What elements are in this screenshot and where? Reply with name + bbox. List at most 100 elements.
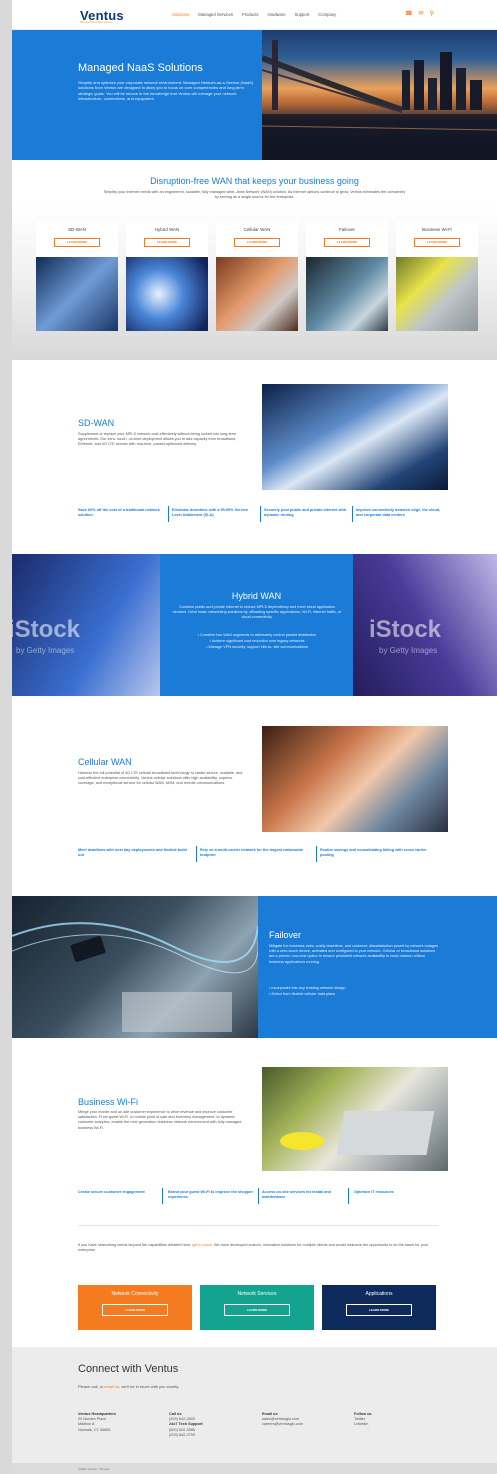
learn-more-button[interactable]: LEARN MORE: [346, 1304, 412, 1316]
card-hybrid-wan[interactable]: Hybrid WAN LEARN MORE: [126, 221, 208, 331]
cellular-feature: Meet deadlines with next day deployments…: [78, 848, 187, 857]
hybrid-left-image: iStock by Getty Images: [12, 554, 160, 696]
footer-call: Call us (203) 642-2800 24x7 Tech Support…: [169, 1412, 203, 1438]
learn-more-button[interactable]: LEARN MORE: [324, 238, 370, 247]
box-title: Network Connectivity: [111, 1291, 159, 1297]
hero-title: Managed NaaS Solutions: [78, 62, 203, 74]
wifi-feature: Brand your guest Wi-Fi to improve the sh…: [168, 1190, 253, 1199]
wifi-feature: Optimize IT resources: [354, 1190, 394, 1194]
hybrid-bullet: • Manage VPN security, support site-to- …: [206, 645, 308, 649]
email-us-link[interactable]: email us: [104, 1384, 119, 1389]
logo-tagline: Networked Services: [80, 20, 113, 24]
email-title: Email us: [262, 1412, 278, 1416]
sd-wan-image: [262, 384, 448, 490]
cellular-title: Cellular WAN: [78, 757, 132, 767]
card-image: [36, 257, 118, 331]
search-icon[interactable]: ⚲: [430, 10, 434, 17]
card-title: Failover: [338, 227, 355, 232]
divider: [162, 1188, 163, 1204]
get-in-touch-link[interactable]: get in touch: [192, 1243, 212, 1247]
card-sd-wan[interactable]: SD-WAN LEARN MORE: [36, 221, 118, 331]
learn-more-button[interactable]: LEARN MORE: [234, 238, 280, 247]
wifi-text: Merge your mobile and on-site customer e…: [78, 1110, 242, 1130]
divider: [168, 506, 169, 522]
nav-company[interactable]: Company: [318, 12, 336, 17]
sd-wan-feature: Eliminate downtime with a 99.99% Service…: [172, 508, 248, 517]
sd-wan-feature: Save 60% off the cost of a traditional n…: [78, 508, 160, 517]
learn-more-button[interactable]: LEARN MORE: [414, 238, 460, 247]
failover-bullet: • Incorporate into any existing network …: [269, 986, 346, 990]
card-image: [396, 257, 478, 331]
learn-more-button[interactable]: LEARN MORE: [54, 238, 100, 247]
main-nav: Solutions Managed Services Products Hard…: [172, 12, 336, 17]
divider: [352, 506, 353, 522]
cellular-text: Harness the full potential of 4G LTE cel…: [78, 771, 243, 786]
divider: [258, 1188, 259, 1204]
failover-text: Mitigate the business risks, costly down…: [269, 944, 439, 964]
hybrid-right-image: iStock by Getty Images: [353, 554, 497, 696]
getty-watermark: by Getty Images: [379, 646, 438, 655]
hybrid-title: Hybrid WAN: [231, 591, 282, 601]
phone-icon[interactable]: ☎: [405, 10, 412, 17]
card-title: Business Wi-Fi: [421, 227, 452, 232]
hybrid-panel: [160, 554, 353, 696]
failover-bullet: • Select from flexible cellular data pla…: [269, 992, 336, 996]
learn-more-button[interactable]: LEARN MORE: [224, 1304, 290, 1316]
card-image: [126, 257, 208, 331]
learn-more-button[interactable]: LEARN MORE: [144, 238, 190, 247]
nav-products[interactable]: Products: [242, 12, 259, 17]
divider: [348, 1188, 349, 1204]
card-title: SD-WAN: [67, 227, 87, 232]
support-phone[interactable]: (203) 642-2799: [169, 1433, 195, 1437]
beyond-text: If you have networking needs beyond the …: [78, 1243, 438, 1253]
footer-email: Email us sales@ventusglo.com careers@ven…: [262, 1412, 303, 1428]
learn-more-button[interactable]: LEARN MORE: [102, 1304, 168, 1316]
connect-subtitle: Please call, or email us, we'll be in to…: [78, 1384, 179, 1389]
email-link[interactable]: careers@ventusglo.com: [262, 1422, 303, 1426]
nav-solutions[interactable]: Solutions: [172, 12, 189, 17]
nav-hardware[interactable]: Hardware: [267, 12, 285, 17]
cellular-image: [262, 726, 448, 832]
failover-image: [12, 896, 259, 1038]
page: Ventus Networked Services Solutions Mana…: [12, 0, 497, 1474]
connect-title: Connect with Ventus: [78, 1363, 179, 1375]
connect-subtitle-start: Please call, or: [78, 1384, 104, 1389]
wifi-image: [262, 1067, 448, 1171]
card-cellular-wan[interactable]: Cellular WAN LEARN MORE: [216, 221, 298, 331]
sd-wan-text: Supplement or replace your MPLS network …: [78, 432, 237, 447]
card-business-wifi[interactable]: Business Wi-Fi LEARN MORE: [396, 221, 478, 331]
beyond-text-start: If you have networking needs beyond the …: [78, 1243, 192, 1247]
wifi-title: Business Wi-Fi: [78, 1097, 139, 1107]
card-title: Cellular WAN: [243, 227, 271, 232]
failover-title: Failover: [269, 930, 302, 940]
sd-wan-title: SD-WAN: [78, 418, 115, 428]
email-link[interactable]: sales@ventusglo.com: [262, 1417, 299, 1421]
sd-wan-feature: Securely pool public and private interne…: [264, 508, 347, 517]
cellular-feature: Realize savings and consolidating billin…: [320, 848, 427, 857]
support-phone[interactable]: (800) 620-3586: [169, 1428, 195, 1432]
follow-title: Follow us: [354, 1412, 372, 1416]
wifi-feature: Access on-site services for install and …: [262, 1190, 332, 1199]
nav-support[interactable]: Support: [295, 12, 310, 17]
divider: [260, 506, 261, 522]
getty-watermark: by Getty Images: [16, 646, 75, 655]
network-services-box[interactable]: Network Services LEARN MORE: [200, 1285, 314, 1330]
cellular-feature: Rely on a multi-carrier network for the …: [200, 848, 303, 857]
istock-watermark: iStock: [369, 616, 442, 643]
hq-line: Norwalk, CT 06855: [78, 1427, 111, 1432]
hq-line: 20 Norden Place: [78, 1417, 107, 1422]
wifi-feature: Create secure customer engagement: [78, 1190, 145, 1194]
linkedin-link[interactable]: LinkedIn: [354, 1422, 368, 1426]
mail-icon[interactable]: ✉: [418, 10, 423, 17]
box-title: Applications: [365, 1291, 393, 1297]
network-connectivity-box[interactable]: Network Connectivity LEARN MORE: [78, 1285, 192, 1330]
applications-box[interactable]: Applications LEARN MORE: [322, 1285, 436, 1330]
nav-managed-services[interactable]: Managed Services: [198, 12, 233, 17]
connect-subtitle-end: , we'll be in touch with you shortly.: [119, 1384, 180, 1389]
call-phone[interactable]: (203) 642-2800: [169, 1417, 195, 1421]
twitter-link[interactable]: Twitter: [354, 1417, 365, 1421]
card-failover[interactable]: Failover LEARN MORE: [306, 221, 388, 331]
divider: [196, 846, 197, 862]
hq-title: Ventus Headquarters: [78, 1412, 116, 1416]
hybrid-bullet: • Achieve significant cost reduction ove…: [209, 639, 305, 643]
